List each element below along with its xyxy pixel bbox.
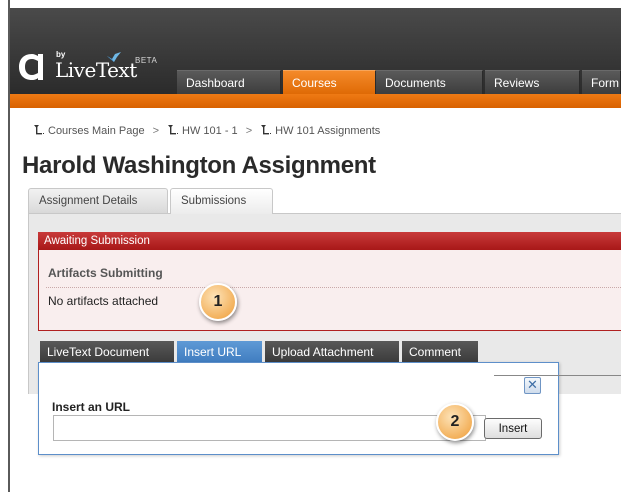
no-artifacts-text: No artifacts attached: [48, 294, 159, 308]
up-level-icon: [34, 125, 44, 135]
nav-tab-reviews[interactable]: Reviews: [485, 70, 580, 94]
breadcrumb-hw101-1[interactable]: HW 101 - 1: [182, 125, 238, 137]
breadcrumb-courses-main[interactable]: Courses Main Page: [48, 125, 145, 137]
tab-insert-url[interactable]: Insert URL: [177, 341, 262, 363]
bird-icon: [107, 52, 121, 62]
livetext-logo-text[interactable]: LiveText: [55, 58, 137, 82]
awaiting-submission-header: Awaiting Submission: [38, 232, 621, 250]
callout-2: 2: [436, 403, 474, 441]
page-top-border: [8, 0, 621, 8]
callout-1: 1: [199, 283, 237, 321]
beta-badge: BETA: [135, 56, 158, 65]
tab-submissions[interactable]: Submissions: [170, 188, 273, 214]
breadcrumb: Courses Main Page > HW 101 - 1 > HW 101 As…: [33, 124, 380, 137]
panel-divider: [494, 375, 621, 376]
page-title: Harold Washington Assignment: [22, 152, 376, 179]
breadcrumb-separator: >: [152, 125, 160, 137]
tab-upload-attachment[interactable]: Upload Attachment: [265, 341, 399, 363]
breadcrumb-separator: >: [245, 125, 253, 137]
close-icon[interactable]: ✕: [524, 377, 541, 394]
insert-button[interactable]: Insert: [484, 418, 542, 439]
breadcrumb-hw101-assignments[interactable]: HW 101 Assignments: [275, 125, 380, 137]
livetext-logo-mark[interactable]: [18, 52, 44, 82]
tab-comment[interactable]: Comment: [402, 341, 478, 363]
tab-livetext-document[interactable]: LiveText Document: [40, 341, 174, 363]
artifacts-title: Artifacts Submitting: [48, 266, 163, 280]
insert-url-label: Insert an URL: [52, 400, 131, 414]
nav-tab-forms[interactable]: Form: [582, 70, 621, 94]
header-accent-stripe: [10, 94, 621, 108]
up-level-icon: [261, 125, 272, 135]
nav-tab-documents[interactable]: Documents: [376, 70, 483, 94]
nav-tab-courses[interactable]: Courses: [283, 70, 376, 94]
up-level-icon: [168, 125, 179, 135]
tab-assignment-details[interactable]: Assignment Details: [28, 188, 168, 213]
url-input[interactable]: [53, 415, 486, 441]
artifacts-divider: [46, 287, 621, 288]
nav-tab-dashboard[interactable]: Dashboard: [177, 70, 281, 94]
